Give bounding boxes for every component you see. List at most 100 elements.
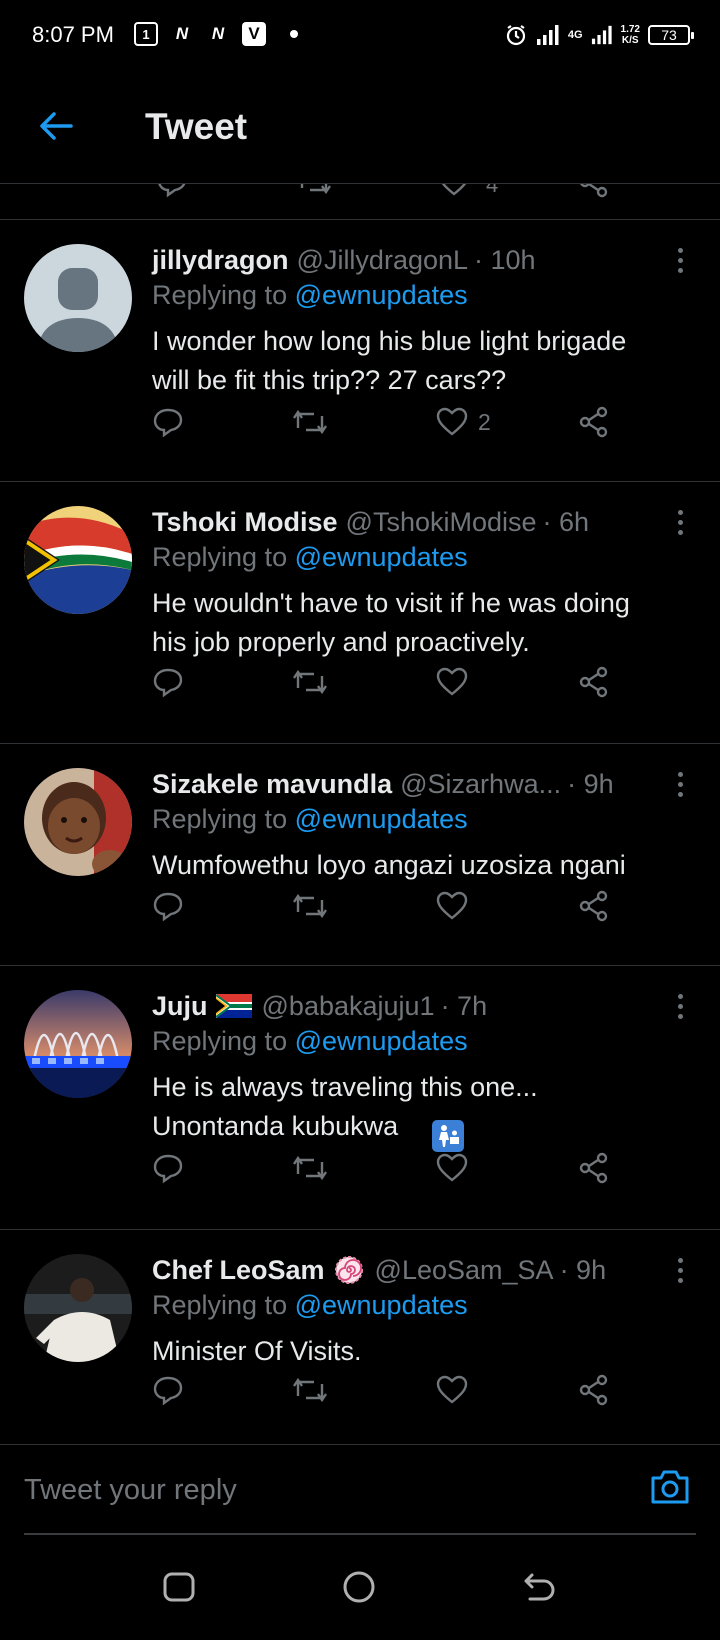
retweet-button[interactable] xyxy=(292,1368,328,1412)
share-icon xyxy=(579,666,608,698)
tweet-item[interactable]: Juju @babakajuju1 · 7h Replying to @ewnu… xyxy=(0,966,720,1230)
news-app-icon: N xyxy=(175,24,189,43)
like-button[interactable] xyxy=(436,1368,478,1412)
system-navigation-bar xyxy=(0,1534,720,1640)
tweet-text: He wouldn't have to visit if he was doin… xyxy=(152,588,630,657)
more-options-icon[interactable] xyxy=(668,766,692,802)
like-button[interactable] xyxy=(436,1146,478,1190)
notification-app-icon: 1 xyxy=(134,22,158,46)
tweet-time: · 9h xyxy=(567,768,614,799)
display-name[interactable]: jillydragon xyxy=(152,245,289,276)
tweet-text: I wonder how long his blue light brigade… xyxy=(152,326,627,395)
more-options-icon[interactable] xyxy=(668,242,692,278)
display-name[interactable]: Juju xyxy=(152,991,208,1022)
tweet-item[interactable]: Chef LeoSam @LeoSam_SA · 9h Replying to … xyxy=(0,1230,720,1444)
avatar[interactable] xyxy=(24,768,132,876)
like-icon xyxy=(436,407,468,436)
avatar[interactable] xyxy=(24,1254,132,1362)
reply-icon[interactable] xyxy=(156,184,188,198)
speed-value: 1.72 xyxy=(620,24,640,35)
avatar[interactable] xyxy=(24,506,132,614)
retweet-icon xyxy=(293,409,327,435)
avatar[interactable] xyxy=(24,244,132,352)
avatar[interactable] xyxy=(24,990,132,1098)
page-title: Tweet xyxy=(145,106,248,147)
user-handle[interactable]: @babakajuju1 xyxy=(262,991,435,1022)
mention-link[interactable]: @ewnupdates xyxy=(295,280,468,310)
replying-to: Replying to @ewnupdates xyxy=(152,804,468,834)
default-profile-icon xyxy=(24,244,132,352)
retweet-icon[interactable] xyxy=(296,184,332,198)
mention-link[interactable]: @ewnupdates xyxy=(295,804,468,834)
battery-level: 73 xyxy=(661,27,677,43)
reply-input[interactable] xyxy=(24,1467,624,1513)
share-button[interactable] xyxy=(578,1368,610,1412)
tweet-header: Tshoki Modise @TshokiModise · 6h xyxy=(152,502,660,542)
mention-link[interactable]: @ewnupdates xyxy=(295,542,468,572)
flag-profile-image xyxy=(24,506,132,614)
back-nav-button[interactable] xyxy=(514,1562,564,1612)
share-icon[interactable] xyxy=(578,184,610,198)
south-africa-flag-icon xyxy=(215,994,252,1018)
back-button[interactable] xyxy=(34,104,78,148)
retweet-button[interactable] xyxy=(292,1146,328,1190)
like-icon xyxy=(436,667,468,696)
display-name[interactable]: Chef LeoSam xyxy=(152,1255,325,1286)
like-button[interactable]: 2 xyxy=(436,400,491,444)
back-nav-icon xyxy=(524,1573,555,1601)
signal-icon xyxy=(536,25,559,45)
tweet-header: Sizakele mavundla @Sizarhwa... · 9h xyxy=(152,764,660,804)
reply-button[interactable] xyxy=(152,660,184,704)
like-icon[interactable] xyxy=(438,184,470,198)
reply-icon xyxy=(153,1154,183,1184)
retweet-icon xyxy=(293,669,327,695)
retweet-button[interactable] xyxy=(292,884,328,928)
share-button[interactable] xyxy=(578,1146,610,1190)
retweet-icon xyxy=(293,893,327,919)
camera-button[interactable] xyxy=(646,1463,694,1511)
like-button[interactable] xyxy=(436,660,478,704)
mention-link[interactable]: @ewnupdates xyxy=(295,1290,468,1320)
tweet-actions xyxy=(152,660,622,704)
display-name[interactable]: Sizakele mavundla xyxy=(152,769,392,800)
like-count: 4 xyxy=(486,184,499,197)
more-options-icon[interactable] xyxy=(668,1252,692,1288)
arrow-left-icon xyxy=(40,112,73,140)
user-handle[interactable]: @LeoSam_SA xyxy=(375,1255,554,1286)
share-button[interactable] xyxy=(578,400,610,444)
mention-link[interactable]: @ewnupdates xyxy=(295,1026,468,1056)
reply-button[interactable] xyxy=(152,1146,184,1190)
more-options-icon[interactable] xyxy=(668,504,692,540)
share-button[interactable] xyxy=(578,660,610,704)
display-name[interactable]: Tshoki Modise xyxy=(152,507,338,538)
user-handle[interactable]: @TshokiModise xyxy=(346,507,537,538)
reply-button[interactable] xyxy=(152,400,184,444)
network-type: 4G xyxy=(567,28,583,41)
reply-button[interactable] xyxy=(152,884,184,928)
tweet-text: Minister Of Visits. xyxy=(152,1336,362,1366)
user-handle[interactable]: @Sizarhwa... xyxy=(400,769,561,800)
reply-icon xyxy=(153,408,183,438)
home-button[interactable] xyxy=(334,1562,384,1612)
status-time: 8:07 PM xyxy=(32,22,114,47)
share-button[interactable] xyxy=(578,884,610,928)
camera-icon xyxy=(651,1470,689,1504)
more-options-icon[interactable] xyxy=(668,988,692,1024)
tweet-header: Chef LeoSam @LeoSam_SA · 9h xyxy=(152,1250,660,1290)
share-icon xyxy=(579,1374,608,1406)
user-handle[interactable]: @JillydragonL xyxy=(297,245,469,276)
retweet-button[interactable] xyxy=(292,400,328,444)
tweet-item[interactable]: jillydragon @JillydragonL · 10h Replying… xyxy=(0,220,720,482)
tweet-item[interactable]: Sizakele mavundla @Sizarhwa... · 9h Repl… xyxy=(0,744,720,966)
replying-to: Replying to @ewnupdates xyxy=(152,1290,468,1320)
tweet-item[interactable]: Tshoki Modise @TshokiModise · 6h Replyin… xyxy=(0,482,720,744)
recents-button[interactable] xyxy=(154,1562,204,1612)
like-button[interactable] xyxy=(436,884,478,928)
tweet-time: · 9h xyxy=(559,1254,607,1285)
alarm-icon xyxy=(506,25,525,46)
child-profile-image xyxy=(24,768,132,876)
reply-button[interactable] xyxy=(152,1368,184,1412)
retweet-button[interactable] xyxy=(292,660,328,704)
like-icon xyxy=(436,1153,468,1182)
tweet-actions xyxy=(152,884,622,928)
